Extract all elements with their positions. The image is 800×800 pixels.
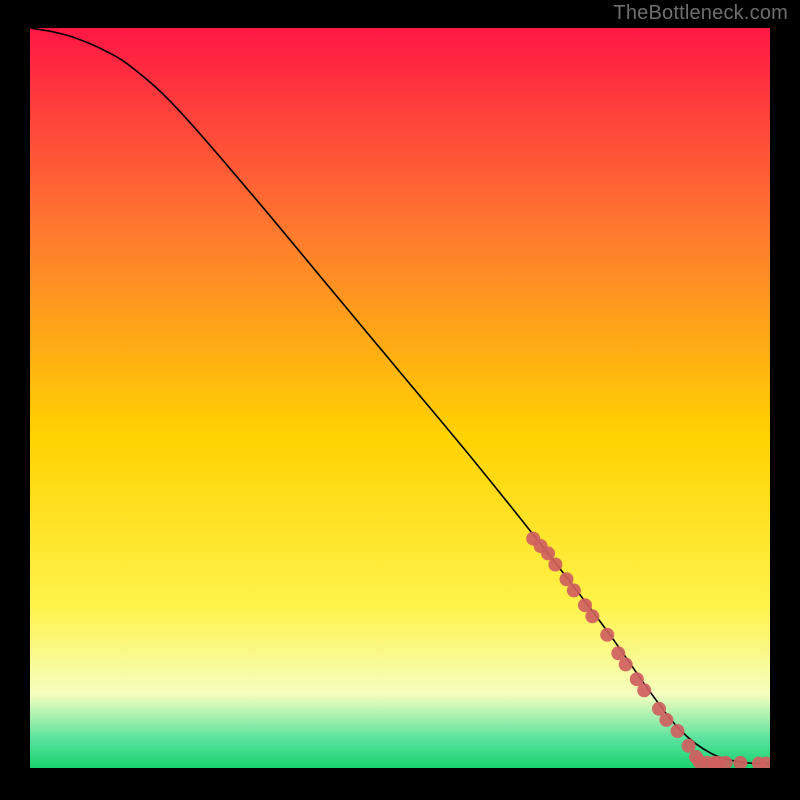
data-marker [585, 609, 599, 623]
data-marker [600, 628, 614, 642]
data-marker [637, 683, 651, 697]
data-marker [548, 558, 562, 572]
watermark-text: TheBottleneck.com [613, 2, 788, 25]
chart-svg [30, 28, 770, 768]
data-marker [659, 713, 673, 727]
plot-area [30, 28, 770, 768]
gradient-background [30, 28, 770, 768]
chart-frame: TheBottleneck.com [0, 0, 800, 800]
data-marker [671, 724, 685, 738]
data-marker [619, 657, 633, 671]
data-marker [567, 583, 581, 597]
